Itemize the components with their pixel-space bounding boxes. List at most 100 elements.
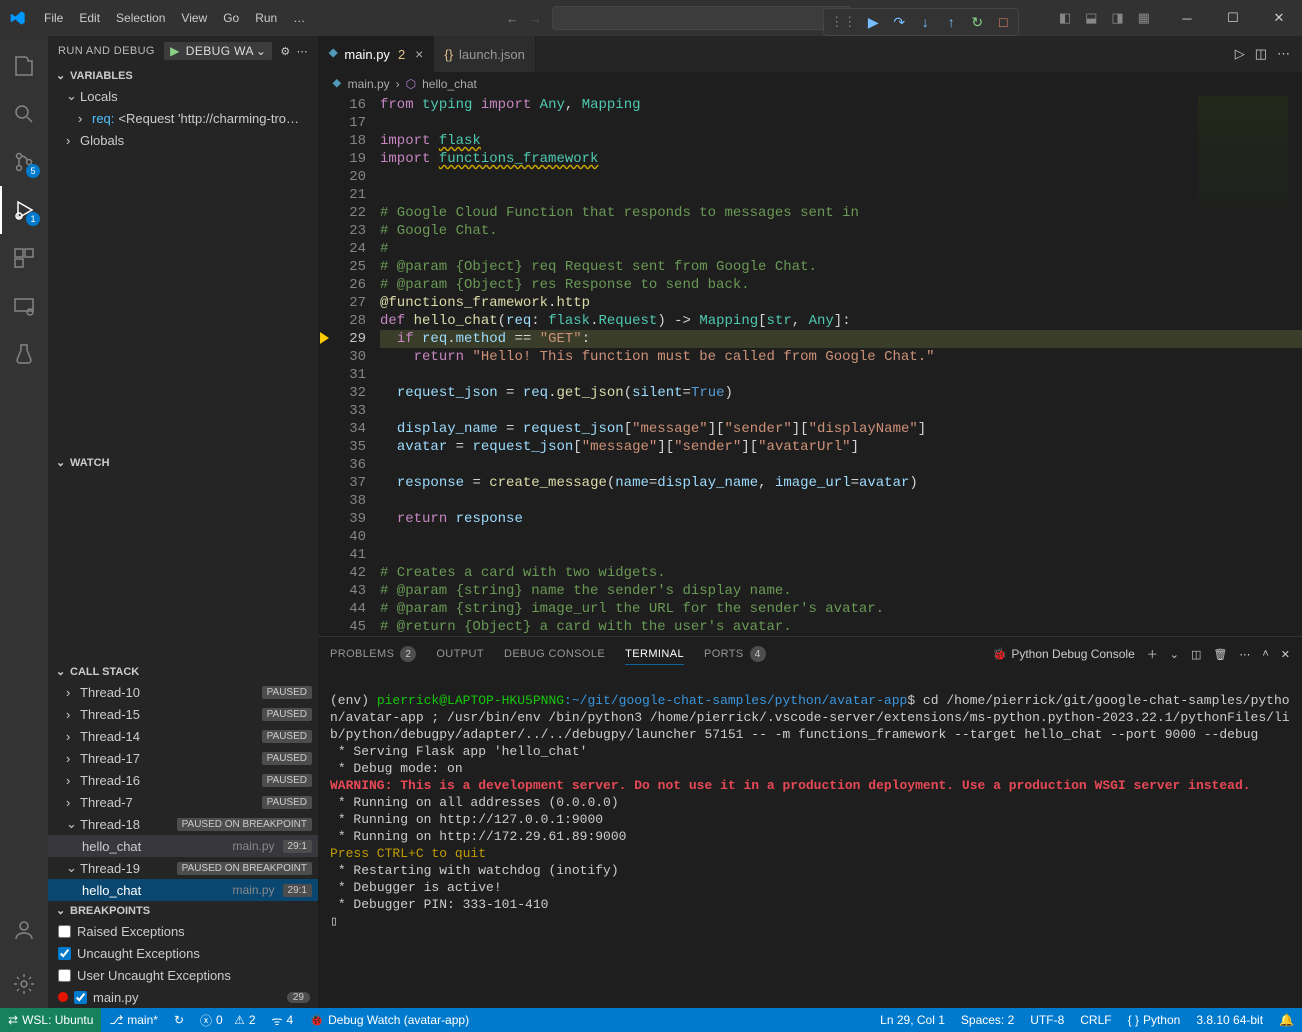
- close-tab-icon[interactable]: ×: [415, 46, 423, 62]
- thread-Thread-18[interactable]: ⌄Thread-18PAUSED ON BREAKPOINT: [48, 813, 318, 835]
- extensions-icon[interactable]: [0, 234, 48, 282]
- frame-hello_chat[interactable]: hello_chatmain.py29:1: [48, 835, 318, 857]
- thread-Thread-10[interactable]: ›Thread-10PAUSED: [48, 681, 318, 703]
- layout-customize-icon[interactable]: ▦: [1134, 6, 1154, 30]
- problems-indicator[interactable]: ⓧ0 ⚠2: [192, 1008, 264, 1032]
- ports-indicator[interactable]: ᯤ4: [264, 1008, 302, 1032]
- frame-hello_chat[interactable]: hello_chatmain.py29:1: [48, 879, 318, 901]
- start-debug-icon[interactable]: ▶: [170, 44, 180, 58]
- step-into-button[interactable]: ↓: [916, 13, 934, 31]
- explorer-icon[interactable]: [0, 42, 48, 90]
- variables-section[interactable]: ⌄VARIABLES: [48, 66, 318, 85]
- more-terminal-icon[interactable]: ⋯: [1239, 648, 1250, 661]
- menu-run[interactable]: Run: [247, 0, 285, 36]
- step-over-button[interactable]: ↷: [890, 13, 908, 31]
- remote-indicator[interactable]: ⇄WSL: Ubuntu: [0, 1008, 101, 1032]
- layout-sidebar-left-icon[interactable]: ◧: [1055, 6, 1075, 30]
- terminal-content[interactable]: (env) pierrick@LAPTOP-HKU5PNNG:~/git/goo…: [318, 671, 1302, 1008]
- run-debug-icon[interactable]: 1: [0, 186, 48, 234]
- tab-output[interactable]: OUTPUT: [436, 644, 484, 664]
- callstack-section[interactable]: ⌄CALL STACK: [48, 662, 318, 681]
- menu-file[interactable]: File: [36, 0, 71, 36]
- python-interpreter[interactable]: 3.8.10 64-bit: [1188, 1013, 1271, 1027]
- source-control-icon[interactable]: 5: [0, 138, 48, 186]
- breakpoint-checkbox[interactable]: [58, 947, 71, 960]
- nav-back-icon[interactable]: ←: [506, 11, 519, 26]
- variable-req[interactable]: ›req:<Request 'http://charming-tro…: [48, 107, 318, 129]
- thread-Thread-17[interactable]: ›Thread-17PAUSED: [48, 747, 318, 769]
- locals-scope[interactable]: ⌄Locals: [48, 85, 318, 107]
- symbol-function-icon: ⬡: [406, 77, 416, 91]
- minimize-button[interactable]: ─: [1164, 0, 1210, 36]
- drag-handle-icon[interactable]: ⋮⋮: [830, 14, 856, 30]
- breakpoint-raised-exceptions[interactable]: Raised Exceptions: [48, 920, 318, 942]
- debug-status[interactable]: 🐞Debug Watch (avatar-app): [301, 1008, 477, 1032]
- breakpoint-uncaught-exceptions[interactable]: Uncaught Exceptions: [48, 942, 318, 964]
- layout-panel-icon[interactable]: ⬓: [1081, 6, 1101, 30]
- tab-problems[interactable]: PROBLEMS2: [330, 642, 416, 666]
- thread-Thread-16[interactable]: ›Thread-16PAUSED: [48, 769, 318, 791]
- minimap[interactable]: [1198, 96, 1288, 266]
- restart-button[interactable]: ↻: [968, 13, 986, 31]
- accounts-icon[interactable]: [0, 906, 48, 954]
- watch-section[interactable]: ⌄WATCH: [48, 453, 318, 472]
- terminal-profile-dropdown[interactable]: 🐞Python Debug Console: [992, 647, 1134, 661]
- cursor-position[interactable]: Ln 29, Col 1: [872, 1013, 953, 1027]
- debug-settings-gear-icon[interactable]: ⚙: [280, 45, 290, 58]
- indentation[interactable]: Spaces: 2: [953, 1013, 1022, 1027]
- split-terminal-icon[interactable]: ◫: [1191, 648, 1201, 661]
- breakpoints-section[interactable]: ⌄BREAKPOINTS: [48, 901, 318, 920]
- breakpoint-checkbox[interactable]: [58, 925, 71, 938]
- menu-view[interactable]: View: [173, 0, 215, 36]
- breakpoint-user-uncaught-exceptions[interactable]: User Uncaught Exceptions: [48, 964, 318, 986]
- language-mode[interactable]: { }Python: [1120, 1013, 1189, 1027]
- chevron-down-icon[interactable]: ⌄: [1170, 648, 1179, 661]
- menu-selection[interactable]: Selection: [108, 0, 173, 36]
- remote-explorer-icon[interactable]: [0, 282, 48, 330]
- more-icon[interactable]: ⋯: [297, 45, 308, 58]
- new-terminal-icon[interactable]: ＋: [1147, 646, 1158, 662]
- close-panel-icon[interactable]: ✕: [1281, 648, 1290, 661]
- more-editor-icon[interactable]: ⋯: [1277, 46, 1290, 62]
- thread-Thread-15[interactable]: ›Thread-15PAUSED: [48, 703, 318, 725]
- maximize-button[interactable]: ☐: [1210, 0, 1256, 36]
- code-editor[interactable]: 1617181920212223242526272829303132333435…: [318, 96, 1302, 636]
- breakpoint-main.py[interactable]: main.py29: [48, 986, 318, 1008]
- thread-Thread-19[interactable]: ⌄Thread-19PAUSED ON BREAKPOINT: [48, 857, 318, 879]
- testing-icon[interactable]: [0, 330, 48, 378]
- sync-button[interactable]: ↻: [166, 1008, 192, 1032]
- tab-terminal[interactable]: TERMINAL: [625, 644, 684, 665]
- thread-Thread-14[interactable]: ›Thread-14PAUSED: [48, 725, 318, 747]
- maximize-panel-icon[interactable]: ˄: [1262, 648, 1268, 660]
- eol[interactable]: CRLF: [1072, 1013, 1119, 1027]
- run-file-icon[interactable]: ▷: [1235, 46, 1245, 62]
- breakpoint-checkbox[interactable]: [58, 969, 71, 982]
- breadcrumb[interactable]: ⯁ main.py › ⬡ hello_chat: [318, 72, 1302, 96]
- tab-launch.json[interactable]: {}launch.json: [434, 36, 535, 72]
- tab-main.py[interactable]: ⯁main.py2×: [318, 36, 434, 72]
- branch-indicator[interactable]: ⎇main*: [101, 1008, 166, 1032]
- encoding[interactable]: UTF-8: [1022, 1013, 1072, 1027]
- kill-terminal-icon[interactable]: 🗑: [1213, 648, 1227, 661]
- close-window-button[interactable]: ✕: [1256, 0, 1302, 36]
- command-center[interactable]: itu]: [552, 6, 852, 30]
- layout-sidebar-right-icon[interactable]: ◨: [1107, 6, 1127, 30]
- menu-go[interactable]: Go: [215, 0, 247, 36]
- breakpoint-checkbox[interactable]: [74, 991, 87, 1004]
- search-icon[interactable]: [0, 90, 48, 138]
- stop-button[interactable]: □: [994, 13, 1012, 31]
- notifications-icon[interactable]: 🔔: [1271, 1013, 1302, 1027]
- continue-button[interactable]: ▶: [864, 13, 882, 31]
- tab-ports[interactable]: PORTS4: [704, 642, 766, 666]
- menu-edit[interactable]: Edit: [71, 0, 108, 36]
- menu-…[interactable]: …: [285, 0, 313, 36]
- split-editor-icon[interactable]: ◫: [1255, 46, 1267, 62]
- settings-gear-icon[interactable]: [0, 960, 48, 1008]
- tab-debug-console[interactable]: DEBUG CONSOLE: [504, 644, 605, 664]
- debug-config-dropdown[interactable]: ▶ Debug Wa ⌄: [164, 42, 272, 60]
- nav-forward-icon[interactable]: →: [529, 11, 542, 26]
- execution-pointer-icon: [320, 332, 329, 344]
- thread-Thread-7[interactable]: ›Thread-7PAUSED: [48, 791, 318, 813]
- globals-scope[interactable]: ›Globals: [48, 129, 318, 151]
- step-out-button[interactable]: ↑: [942, 13, 960, 31]
